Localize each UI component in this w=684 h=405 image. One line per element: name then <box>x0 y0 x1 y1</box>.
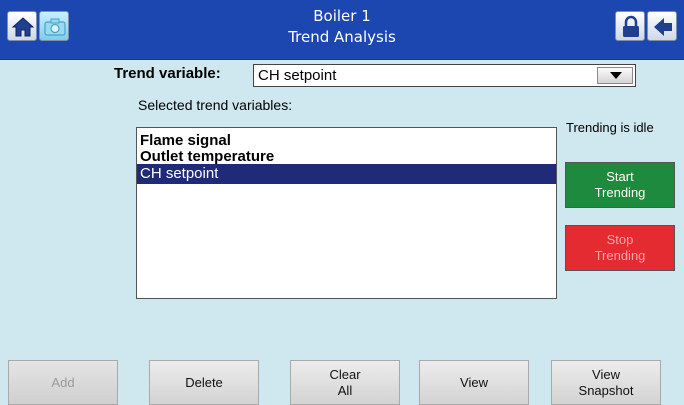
trend-variable-select[interactable]: CH setpoint <box>253 64 636 87</box>
title-line-1: Boiler 1 <box>313 7 371 25</box>
delete-label: Delete <box>185 374 223 390</box>
snapshot-label-line2: Snapshot <box>578 382 634 398</box>
stop-trending-button[interactable]: Stop Trending <box>565 225 675 271</box>
clear-label-line1: Clear <box>329 366 361 382</box>
delete-button[interactable]: Delete <box>149 360 259 405</box>
snapshot-label-line1: View <box>592 366 620 382</box>
dropdown-button[interactable] <box>597 67 633 84</box>
clear-label-line2: All <box>337 382 353 398</box>
title-line-2: Trend Analysis <box>288 28 396 46</box>
lock-button[interactable] <box>615 11 645 41</box>
start-label-line1: Start <box>606 169 634 184</box>
back-button[interactable] <box>647 11 677 41</box>
start-label-line2: Trending <box>594 185 646 200</box>
back-arrow-icon <box>654 18 672 36</box>
home-button[interactable] <box>7 11 37 41</box>
lock-icon <box>623 15 639 37</box>
camera-icon <box>44 18 66 36</box>
list-item-selected[interactable]: CH setpoint <box>137 164 556 184</box>
trend-variable-value: CH setpoint <box>258 67 337 84</box>
snapshot-button[interactable] <box>39 11 69 41</box>
trending-status: Trending is idle <box>566 120 654 135</box>
view-button[interactable]: View <box>419 360 529 405</box>
view-label: View <box>460 374 488 390</box>
home-icon <box>11 17 35 37</box>
chevron-down-icon <box>610 72 622 79</box>
page-title: Boiler 1 Trend Analysis <box>200 6 484 48</box>
add-label: Add <box>51 374 75 390</box>
stop-label-line1: Stop <box>606 232 634 247</box>
stop-label-line2: Trending <box>594 248 646 263</box>
trend-variable-label: Trend variable: <box>114 65 221 82</box>
add-button[interactable]: Add <box>8 360 118 405</box>
header-bar: Boiler 1 Trend Analysis <box>0 0 684 60</box>
selected-variables-list[interactable]: Flame signal Outlet temperature CH setpo… <box>136 127 557 299</box>
clear-all-button[interactable]: Clear All <box>290 360 400 405</box>
selected-variables-label: Selected trend variables: <box>138 97 293 113</box>
view-snapshot-button[interactable]: View Snapshot <box>551 360 661 405</box>
start-trending-button[interactable]: Start Trending <box>565 162 675 208</box>
